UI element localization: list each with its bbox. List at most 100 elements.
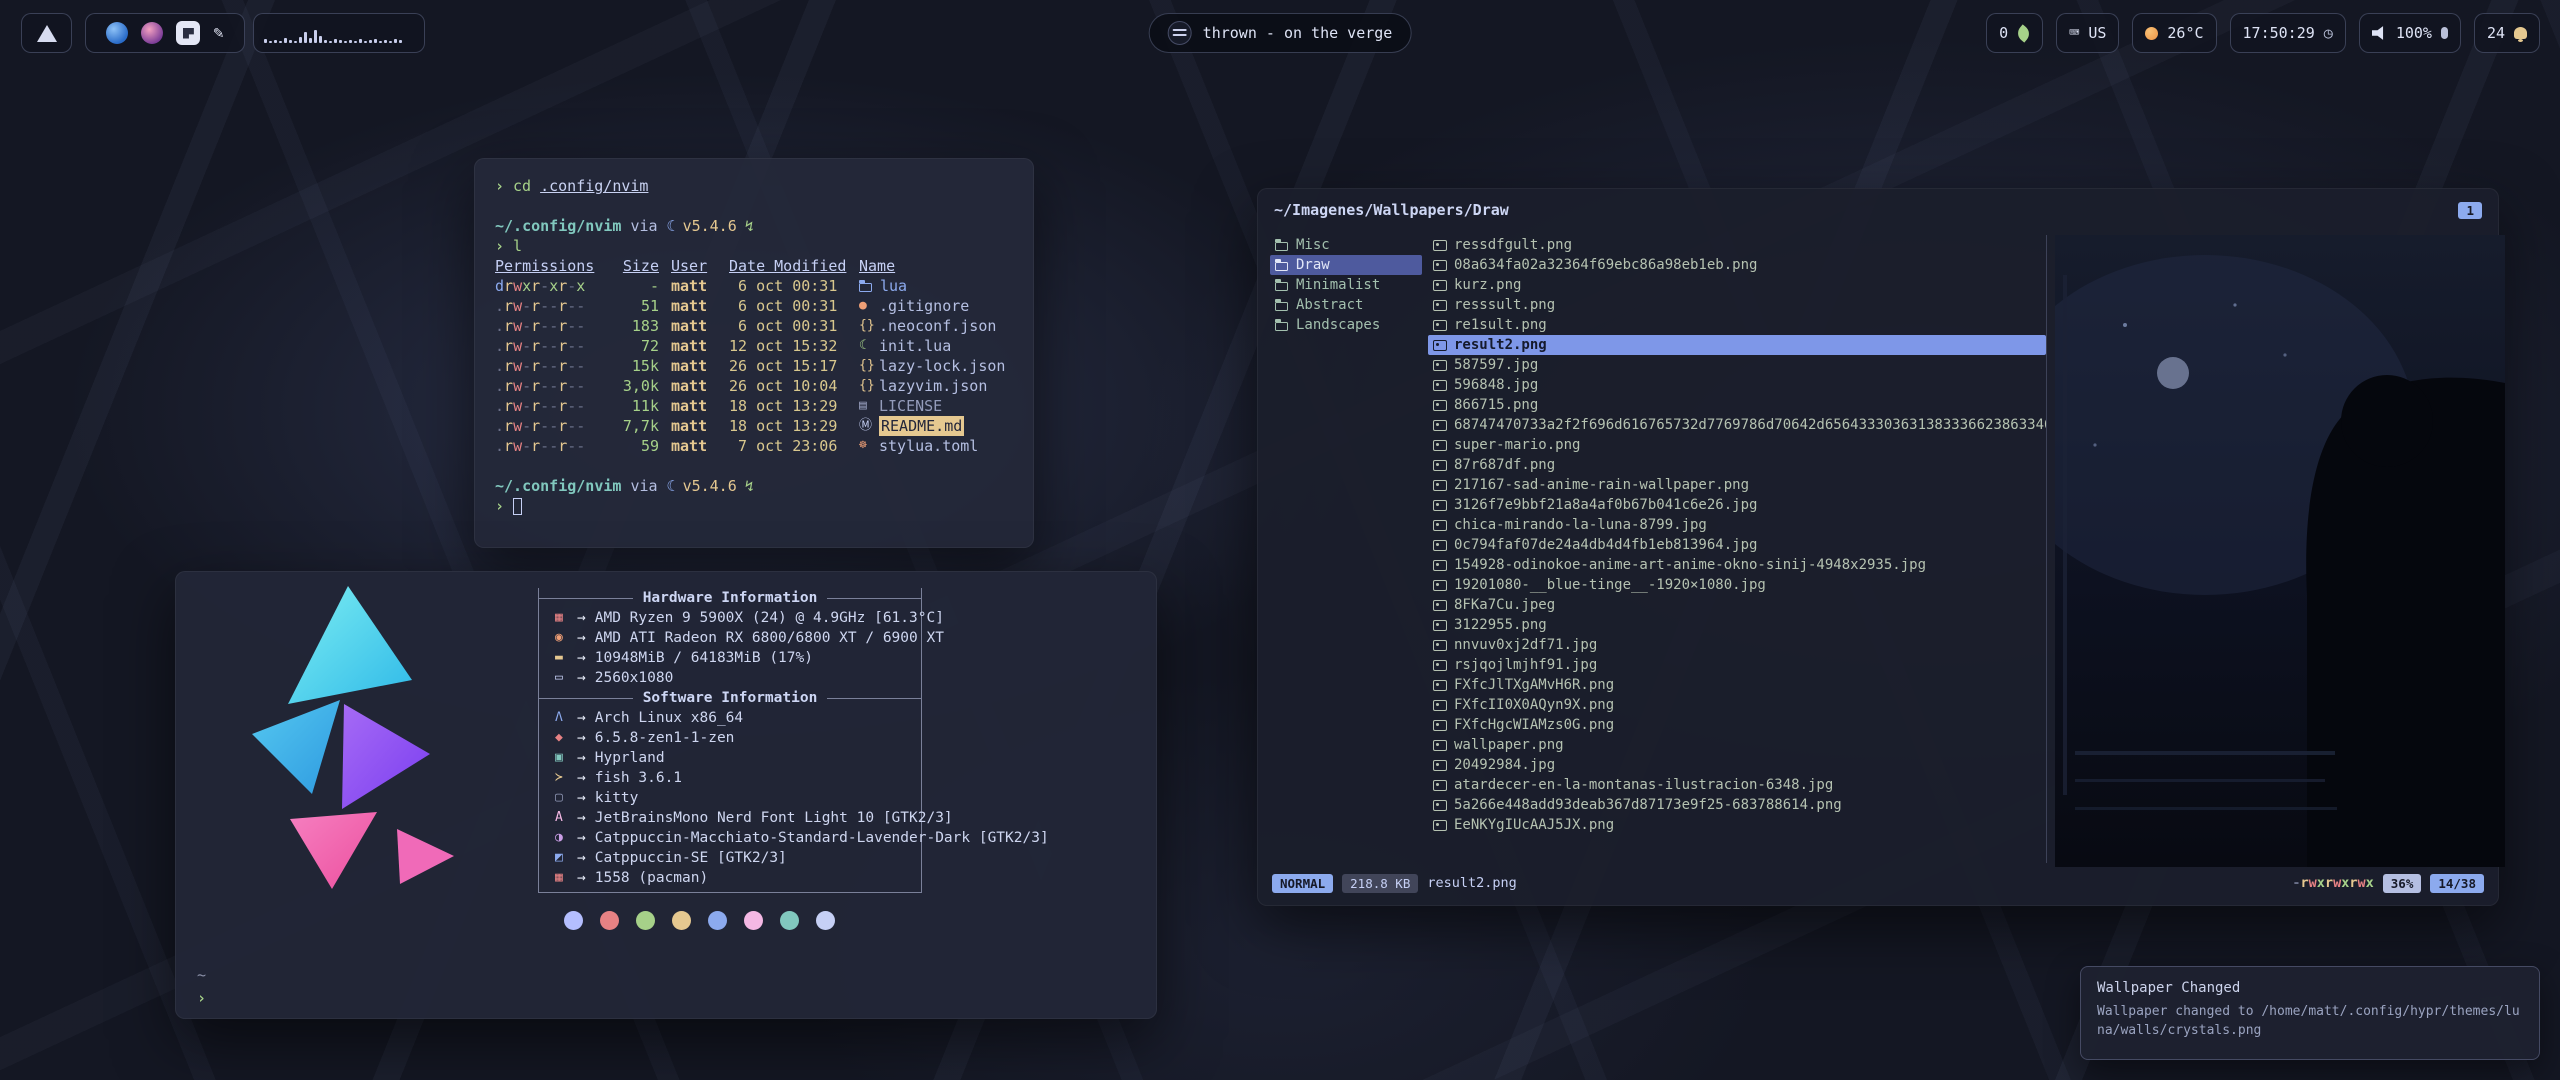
- file-item[interactable]: 596848.jpg: [1428, 375, 2046, 395]
- file-item[interactable]: 3126f7e9bbf21a8a4af0b67b041c6e26.jpg: [1428, 495, 2046, 515]
- file-item[interactable]: 8FKa7Cu.jpeg: [1428, 595, 2046, 615]
- file-item[interactable]: 20492984.jpg: [1428, 755, 2046, 775]
- file-item[interactable]: 866715.png: [1428, 395, 2046, 415]
- image-icon: [1433, 260, 1447, 271]
- notifications-module[interactable]: 24: [2474, 13, 2540, 53]
- file-manager-window[interactable]: ~/Imagenes/Wallpapers/Draw 1 MiscDrawMin…: [1257, 188, 2499, 906]
- file-item[interactable]: kurz.png: [1428, 275, 2046, 295]
- file-item[interactable]: result2.png: [1428, 335, 2046, 355]
- tab-badge[interactable]: 1: [2458, 202, 2482, 219]
- file-permissions: -rwxrwxrwx: [2292, 875, 2373, 891]
- file-item[interactable]: wallpaper.png: [1428, 735, 2046, 755]
- visualizer-bar: [284, 38, 287, 43]
- file-item[interactable]: atardecer-en-la-montanas-ilustracion-634…: [1428, 775, 2046, 795]
- clock-module[interactable]: 17:50:29 ◷: [2230, 13, 2346, 53]
- app-launcher-button[interactable]: [21, 13, 72, 53]
- visualizer-bar: [279, 41, 282, 43]
- fetch-value: JetBrainsMono Nerd Font Light 10 [GTK2/3…: [595, 808, 953, 828]
- image-icon: [1433, 620, 1447, 631]
- fetch-value: kitty: [595, 788, 639, 808]
- updates-module[interactable]: 0: [1986, 13, 2043, 53]
- fetch-window[interactable]: Hardware Information ▦→AMD Ryzen 9 5900X…: [175, 571, 1157, 1019]
- file-item[interactable]: nnvuv0xj2df71.jpg: [1428, 635, 2046, 655]
- fetch-info-panel: Hardware Information ▦→AMD Ryzen 9 5900X…: [538, 588, 922, 930]
- image-icon: [1433, 380, 1447, 391]
- font-icon: A: [555, 808, 575, 828]
- file-item[interactable]: FXfcII0X0AQyn9X.png: [1428, 695, 2046, 715]
- pen-workspace-icon[interactable]: ✎: [213, 23, 223, 43]
- folder-icon: [1275, 262, 1288, 271]
- directory-panel: MiscDrawMinimalistAbstractLandscapes: [1270, 235, 1422, 863]
- mode-badge: NORMAL: [1272, 874, 1333, 893]
- directory-item[interactable]: Minimalist: [1270, 275, 1422, 295]
- directory-item[interactable]: Landscapes: [1270, 315, 1422, 335]
- color-dot: [564, 911, 583, 930]
- file-item[interactable]: 0c794faf07de24a4db4d4fb1eb813964.jpg: [1428, 535, 2046, 555]
- keyboard-layout-module[interactable]: ⌨ US: [2056, 13, 2119, 53]
- file-item[interactable]: 3122955.png: [1428, 615, 2046, 635]
- directory-item[interactable]: Misc: [1270, 235, 1422, 255]
- file-item[interactable]: 154928-odinokoe-anime-art-anime-okno-sin…: [1428, 555, 2046, 575]
- json-icon: {}: [859, 376, 879, 396]
- file-item[interactable]: 08a634fa02a32364f69ebc86a98eb1eb.png: [1428, 255, 2046, 275]
- app-workspace-icon[interactable]: [141, 22, 163, 44]
- prompt-icon[interactable]: ›: [197, 989, 206, 1007]
- arrow-icon: →: [577, 668, 586, 688]
- fetch-value: 1558 (pacman): [595, 868, 709, 888]
- fetch-line: ▭→2560x1080: [539, 668, 1155, 688]
- theme-icon: ◑: [555, 828, 575, 848]
- image-icon: [1433, 360, 1447, 371]
- terminal-icon: ▢: [555, 788, 575, 808]
- file-item[interactable]: 68747470733a2f2f696d616765732d7769786d70…: [1428, 415, 2046, 435]
- color-dot: [672, 911, 691, 930]
- json-icon: {}: [859, 356, 879, 376]
- file-item[interactable]: FXfcHgcWIAMzs0G.png: [1428, 715, 2046, 735]
- file-item[interactable]: super-mario.png: [1428, 435, 2046, 455]
- visualizer-bar: [314, 30, 317, 43]
- directory-item[interactable]: Abstract: [1270, 295, 1422, 315]
- prompt-icon: ›: [495, 496, 504, 516]
- file-item[interactable]: rsjqojlmjhf91.jpg: [1428, 655, 2046, 675]
- visualizer-bar: [329, 41, 332, 43]
- file-item[interactable]: 217167-sad-anime-rain-wallpaper.png: [1428, 475, 2046, 495]
- image-icon: [1433, 400, 1447, 411]
- file-item[interactable]: 19201080-__blue-tinge__-1920×1080.jpg: [1428, 575, 2046, 595]
- command-arg: .config/nvim: [540, 176, 648, 196]
- active-workspace-icon[interactable]: [176, 21, 200, 45]
- file-name: lazy-lock.json: [879, 356, 1005, 376]
- speaker-icon: [2372, 26, 2387, 41]
- file-item[interactable]: 587597.jpg: [1428, 355, 2046, 375]
- fetch-line: A→ JetBrainsMono Nerd Font Light 10 [GTK2…: [539, 808, 1155, 828]
- fetch-value: Catppuccin-SE [GTK2/3]: [595, 848, 787, 868]
- image-icon: [1433, 240, 1447, 251]
- file-item[interactable]: FXfcJlTXgAMvH6R.png: [1428, 675, 2046, 695]
- arrow-icon: →: [577, 808, 586, 828]
- file-item[interactable]: resssult.png: [1428, 295, 2046, 315]
- music-disc-icon: [1168, 21, 1192, 45]
- terminal-window[interactable]: ›cd.config/nvim ~/.config/nvimvia☾v5.4.6…: [474, 158, 1034, 548]
- media-player-widget[interactable]: thrown - on the verge: [1149, 13, 1412, 53]
- fetch-line: ◆→6.5.8-zen1-1-zen: [539, 728, 1155, 748]
- notification-toast[interactable]: Wallpaper Changed Wallpaper changed to /…: [2080, 966, 2540, 1060]
- command-text: cd: [513, 176, 531, 196]
- file-item[interactable]: 5a266e448add93deab367d87173e9f25-6837886…: [1428, 795, 2046, 815]
- folder-icon: [1275, 282, 1288, 291]
- file-item[interactable]: 87r687df.png: [1428, 455, 2046, 475]
- file-list-panel: ressdfgult.png08a634fa02a32364f69ebc86a9…: [1428, 235, 2046, 863]
- image-icon: [1433, 340, 1447, 351]
- cwd-path: ~: [197, 966, 206, 984]
- image-icon: [1433, 600, 1447, 611]
- keyboard-layout-label: US: [2088, 24, 2106, 42]
- file-item[interactable]: EeNKYgIUcAAJ5JX.png: [1428, 815, 2046, 835]
- arrow-icon: →: [577, 628, 586, 648]
- file-item[interactable]: re1sult.png: [1428, 315, 2046, 335]
- file-item[interactable]: chica-mirando-la-luna-8799.jpg: [1428, 515, 2046, 535]
- desktop: { "theme":{"accent":"#8caaee","green":"#…: [0, 0, 2560, 1080]
- file-item[interactable]: ressdfgult.png: [1428, 235, 2046, 255]
- browser-workspace-icon[interactable]: [106, 22, 128, 44]
- directory-item[interactable]: Draw: [1270, 255, 1422, 275]
- volume-module[interactable]: 100%: [2359, 13, 2461, 53]
- arrow-icon: →: [577, 868, 586, 888]
- terminal-input-line[interactable]: ›: [495, 496, 1013, 516]
- temperature-module[interactable]: 26°C: [2132, 13, 2216, 53]
